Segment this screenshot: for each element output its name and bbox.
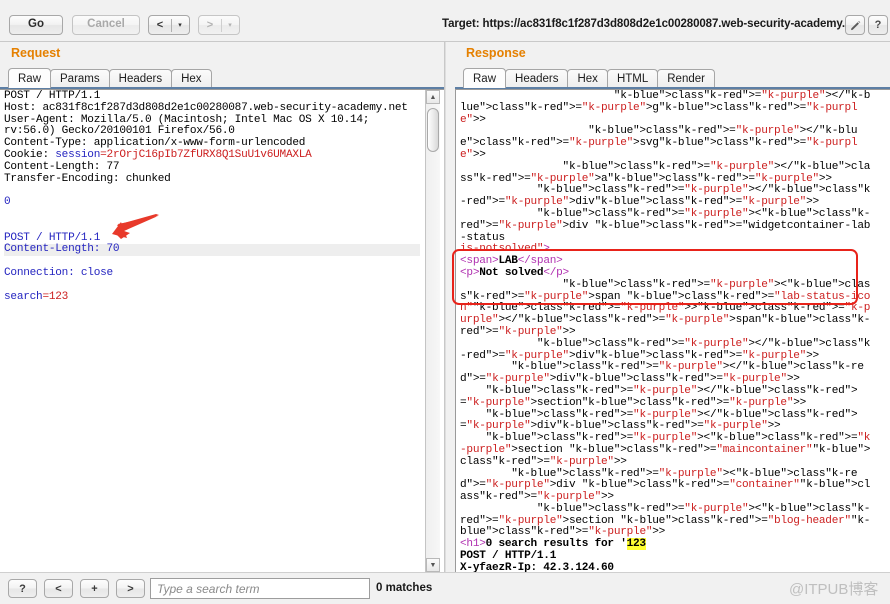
tab-response-render[interactable]: Render: [657, 69, 715, 88]
tab-request-params[interactable]: Params: [50, 69, 110, 88]
request-panel-title: Request: [11, 46, 60, 60]
scroll-up-icon[interactable]: ▲: [426, 90, 440, 104]
chevron-down-icon[interactable]: ▾: [222, 21, 238, 29]
target-url-label: Target: https://ac831f8c1f287d3d808d2e1c…: [442, 18, 862, 30]
help-button[interactable]: ?: [868, 15, 888, 35]
tab-response-hex[interactable]: Hex: [567, 69, 607, 88]
panel-divider[interactable]: [444, 42, 446, 604]
request-find-next-button[interactable]: >: [116, 579, 145, 598]
response-panel-title: Response: [466, 46, 526, 60]
request-find-add-button[interactable]: +: [80, 579, 109, 598]
scrollbar-thumb[interactable]: [427, 108, 439, 152]
response-editor[interactable]: "k-blue">class"k-red">="k-purple"></"k-b…: [455, 89, 890, 573]
request-find-help-button[interactable]: ?: [8, 579, 37, 598]
response-tabs: Raw Headers Hex HTML Render: [463, 68, 714, 88]
tab-request-raw[interactable]: Raw: [8, 68, 51, 88]
pencil-icon: [850, 20, 861, 31]
tab-response-html[interactable]: HTML: [607, 69, 658, 88]
request-scrollbar[interactable]: ▲ ▼: [425, 90, 440, 572]
tab-request-hex[interactable]: Hex: [171, 69, 211, 88]
request-raw-text[interactable]: POST / HTTP/1.1 Host: ac831f8c1f287d3d80…: [4, 91, 420, 303]
next-arrow-icon: >: [199, 19, 221, 31]
chevron-down-icon[interactable]: ▾: [172, 21, 188, 29]
go-button[interactable]: Go: [9, 15, 63, 35]
top-toolbar: Go Cancel < ▾ > ▾ Target: https://ac831f…: [0, 0, 890, 42]
request-editor[interactable]: POST / HTTP/1.1 Host: ac831f8c1f287d3d80…: [0, 89, 445, 573]
next-request-button[interactable]: > ▾: [198, 15, 240, 35]
request-find-previous-button[interactable]: <: [44, 579, 73, 598]
burp-repeater-window: Go Cancel < ▾ > ▾ Target: https://ac831f…: [0, 0, 890, 604]
tab-response-raw[interactable]: Raw: [463, 68, 506, 88]
request-find-bar: ? < + > Type a search term 0 matches: [0, 572, 445, 604]
previous-arrow-icon: <: [149, 19, 171, 31]
tab-response-headers[interactable]: Headers: [505, 69, 568, 88]
cancel-button[interactable]: Cancel: [72, 15, 140, 35]
request-tabs: Raw Params Headers Hex: [8, 68, 211, 88]
response-raw-text[interactable]: "k-blue">class"k-red">="k-purple"></"k-b…: [460, 91, 872, 573]
scroll-down-icon[interactable]: ▼: [426, 558, 440, 572]
request-search-input[interactable]: Type a search term: [150, 578, 370, 599]
watermark: @ITPUB博客: [789, 578, 878, 599]
edit-target-button[interactable]: [845, 15, 865, 35]
tab-request-headers[interactable]: Headers: [109, 69, 172, 88]
request-match-count: 0 matches: [376, 582, 432, 594]
request-panel: Request Raw Params Headers Hex POST / HT…: [0, 42, 445, 604]
response-panel: Response Raw Headers Hex HTML Render "k-…: [445, 42, 890, 604]
previous-request-button[interactable]: < ▾: [148, 15, 190, 35]
